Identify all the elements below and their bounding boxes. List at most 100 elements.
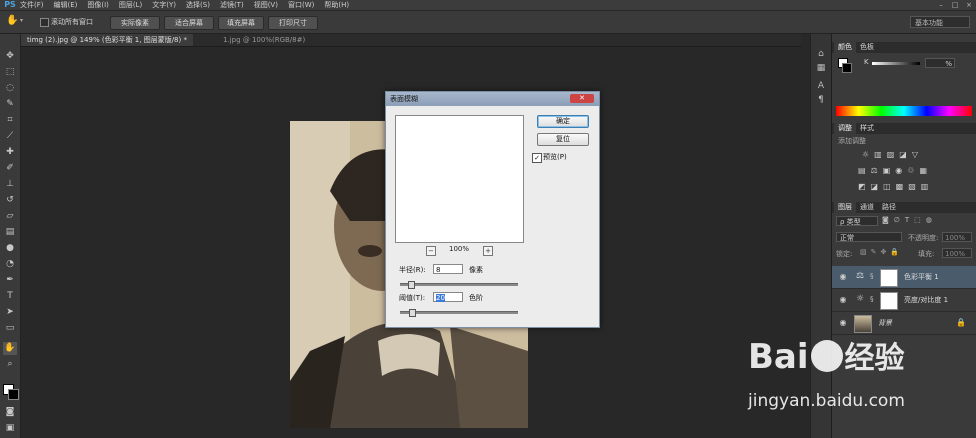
- lasso-tool-icon[interactable]: ◌: [3, 82, 17, 95]
- menu-filter[interactable]: 滤镜(T): [220, 0, 244, 10]
- tab-channels[interactable]: 通道: [856, 202, 878, 213]
- menu-edit[interactable]: 编辑(E): [54, 0, 78, 10]
- scroll-all-windows-checkbox[interactable]: [40, 18, 49, 27]
- eye-icon[interactable]: ◉: [838, 272, 848, 282]
- close-icon[interactable]: ×: [962, 0, 976, 10]
- radius-input[interactable]: 8: [433, 264, 463, 274]
- menu-select[interactable]: 选择(S): [186, 0, 210, 10]
- actual-pixels-button[interactable]: 实际像素: [110, 16, 160, 30]
- fit-screen-button[interactable]: 适合屏幕: [164, 16, 214, 30]
- paragraph-icon[interactable]: ¶: [815, 94, 827, 106]
- screen-mode-icon[interactable]: ▣: [3, 422, 17, 435]
- zoom-out-icon[interactable]: −: [426, 246, 436, 256]
- dialog-titlebar[interactable]: 表面模糊 ✕: [386, 92, 599, 106]
- layer-kind-filter[interactable]: ρ 类型: [836, 216, 878, 226]
- eraser-tool-icon[interactable]: ▱: [3, 210, 17, 223]
- layer-row[interactable]: ◉ ☼ § 亮度/对比度 1: [832, 289, 976, 312]
- tab-swatches[interactable]: 色板: [856, 42, 878, 53]
- marquee-tool-icon[interactable]: ⬚: [3, 66, 17, 79]
- dodge-tool-icon[interactable]: ◔: [3, 258, 17, 271]
- reset-button[interactable]: 复位: [537, 133, 589, 146]
- tab-color[interactable]: 颜色: [834, 42, 856, 53]
- layer-thumbnail[interactable]: [854, 315, 872, 333]
- zoom-in-icon[interactable]: +: [483, 246, 493, 256]
- hand-tool-preset-icon[interactable]: ✋: [6, 15, 18, 26]
- layer-row[interactable]: ◉ 背景 🔒: [832, 312, 976, 335]
- color-slider[interactable]: [872, 62, 920, 65]
- color-background-swatch[interactable]: [842, 63, 852, 73]
- layer-name[interactable]: 亮度/对比度 1: [904, 289, 948, 311]
- fill-screen-button[interactable]: 填充屏幕: [218, 16, 264, 30]
- menu-window[interactable]: 窗口(W): [288, 0, 314, 10]
- tab-styles[interactable]: 样式: [856, 123, 878, 134]
- layer-filter-icons[interactable]: ◙∅T⬚◍: [882, 216, 972, 224]
- menu-file[interactable]: 文件(F): [20, 0, 44, 10]
- print-size-button[interactable]: 打印尺寸: [268, 16, 318, 30]
- threshold-input[interactable]: 20: [433, 292, 463, 302]
- properties-icon[interactable]: ▦: [815, 62, 827, 74]
- character-icon[interactable]: A: [815, 80, 827, 92]
- color-spectrum[interactable]: [836, 106, 972, 116]
- background-color-swatch[interactable]: [8, 389, 19, 400]
- menu-layer[interactable]: 图层(L): [119, 0, 142, 10]
- adjustment-icons-row-3[interactable]: ◩◪◫▩▧▥: [858, 182, 968, 191]
- adjustment-icons-row-2[interactable]: ▤⚖▣◉♲▦: [858, 166, 968, 175]
- threshold-slider-thumb[interactable]: [409, 309, 417, 317]
- hand-tool-icon[interactable]: ✋: [3, 342, 17, 355]
- gradient-tool-icon[interactable]: ▤: [3, 226, 17, 239]
- layer-name[interactable]: 色彩平衡 1: [904, 266, 939, 288]
- zoom-tool-icon[interactable]: ⌕: [3, 358, 17, 371]
- quick-select-icon[interactable]: ✎: [3, 98, 17, 111]
- blur-tool-icon[interactable]: ●: [3, 242, 17, 255]
- link-icon[interactable]: §: [870, 272, 874, 280]
- tab-layers[interactable]: 图层: [834, 202, 856, 213]
- radius-slider[interactable]: [400, 281, 518, 289]
- layer-name[interactable]: 背景: [878, 312, 892, 334]
- history-icon[interactable]: ⌂: [815, 48, 827, 60]
- lock-icons[interactable]: ▨✎✥🔒: [860, 248, 903, 256]
- threshold-slider[interactable]: [400, 309, 518, 317]
- menu-type[interactable]: 文字(Y): [152, 0, 176, 10]
- preview-checkbox[interactable]: ✓: [532, 153, 542, 163]
- pen-tool-icon[interactable]: ✒: [3, 274, 17, 287]
- chevron-down-icon[interactable]: ▾: [20, 17, 23, 24]
- workspace-select[interactable]: 基本功能: [910, 16, 970, 28]
- brush-tool-icon[interactable]: ✐: [3, 162, 17, 175]
- close-icon[interactable]: ✕: [570, 94, 594, 103]
- eyedropper-icon[interactable]: ⟋: [3, 130, 17, 143]
- layer-mask-thumbnail[interactable]: [880, 269, 898, 287]
- move-tool-icon[interactable]: ✥: [3, 50, 17, 63]
- eye-icon[interactable]: ◉: [838, 295, 848, 305]
- filter-preview[interactable]: [395, 115, 524, 243]
- minimize-icon[interactable]: –: [934, 0, 948, 10]
- layer-mask-thumbnail[interactable]: [880, 292, 898, 310]
- fill-input[interactable]: 100%: [942, 248, 972, 258]
- type-tool-icon[interactable]: T: [3, 290, 17, 303]
- tab-paths[interactable]: 路径: [878, 202, 900, 213]
- maximize-icon[interactable]: □: [948, 0, 962, 10]
- doc-tab-active[interactable]: timg (2).jpg @ 149% (色彩平衡 1, 图层蒙版/8) *: [21, 34, 193, 46]
- clone-stamp-icon[interactable]: ⊥: [3, 178, 17, 191]
- opacity-input[interactable]: 100%: [942, 232, 972, 242]
- layer-row[interactable]: ◉ ⚖ § 色彩平衡 1: [832, 266, 976, 289]
- path-select-icon[interactable]: ➤: [3, 306, 17, 319]
- layers-panel-tabs: 图层 通道 路径: [832, 202, 976, 213]
- quick-mask-icon[interactable]: ◙: [3, 406, 17, 419]
- healing-brush-icon[interactable]: ✚: [3, 146, 17, 159]
- doc-tab-inactive[interactable]: 1.jpg @ 100%(RGB/8#): [217, 34, 311, 46]
- menu-image[interactable]: 图像(I): [87, 0, 109, 10]
- tab-adjustments[interactable]: 调整: [834, 123, 856, 134]
- blend-mode-select[interactable]: 正常: [836, 232, 902, 242]
- color-value[interactable]: %: [925, 58, 955, 68]
- adjustment-icons-row-1[interactable]: ☼▥▨◪▽: [862, 150, 962, 159]
- rectangle-tool-icon[interactable]: ▭: [3, 322, 17, 335]
- radius-slider-thumb[interactable]: [408, 281, 416, 289]
- crop-tool-icon[interactable]: ⌗: [3, 114, 17, 127]
- ok-button[interactable]: 确定: [537, 115, 589, 128]
- radius-unit: 像素: [469, 266, 483, 274]
- link-icon[interactable]: §: [870, 295, 874, 303]
- menu-help[interactable]: 帮助(H): [324, 0, 349, 10]
- menu-view[interactable]: 视图(V): [254, 0, 278, 10]
- eye-icon[interactable]: ◉: [838, 318, 848, 328]
- history-brush-icon[interactable]: ↺: [3, 194, 17, 207]
